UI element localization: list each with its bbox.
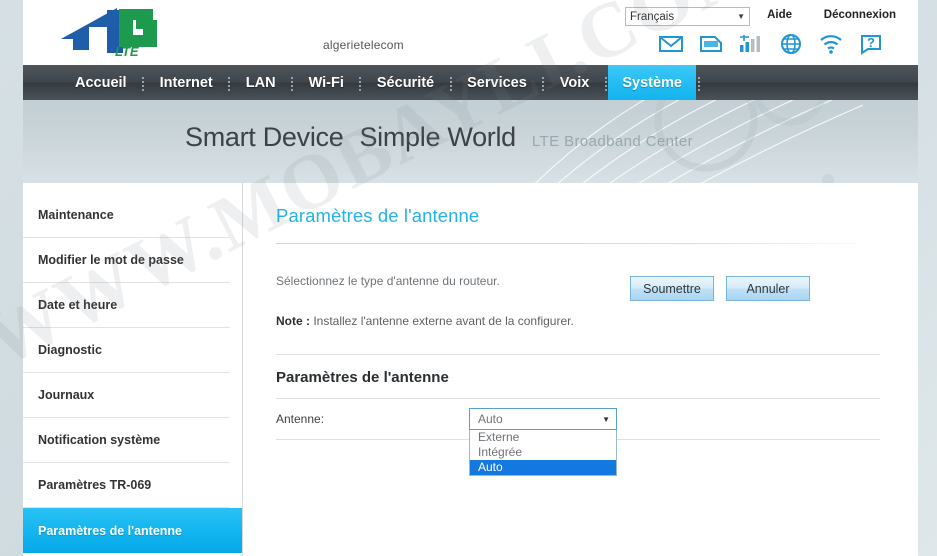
antenna-select-wrap: Auto ▼ Externe Intégrée Auto [469, 408, 617, 476]
usim-card-icon[interactable] [698, 32, 724, 56]
cancel-button[interactable]: Annuler [726, 276, 810, 301]
logout-link[interactable]: Déconnexion [824, 9, 896, 21]
antenna-option-auto[interactable]: Auto [470, 460, 616, 475]
banner-text-group: Smart Device Simple World LTE Broadband … [185, 122, 693, 153]
banner-slogan-1: Smart Device [185, 122, 344, 152]
nav-item-accueil[interactable]: Accueil [61, 65, 141, 100]
antenna-select[interactable]: Auto ▼ [469, 408, 617, 430]
nav-item-systeme[interactable]: Système [608, 65, 696, 100]
wifi-icon[interactable] [818, 32, 844, 56]
antenna-option-integree[interactable]: Intégrée [470, 445, 616, 460]
nav-item-services[interactable]: Services [453, 65, 541, 100]
antenna-selected-value: Auto [478, 412, 503, 426]
nav-item-internet[interactable]: Internet [146, 65, 227, 100]
page-title: Paramètres de l'antenne [276, 205, 480, 226]
title-divider [276, 243, 880, 244]
note-text: Note : Installez l'antenne externe avant… [276, 314, 880, 328]
antenna-option-list: Externe Intégrée Auto [469, 430, 617, 476]
banner-slogan-2: Simple World [359, 122, 516, 152]
sidebar-item-diagnostic[interactable]: Diagnostic [23, 328, 230, 373]
form-buttons: Soumettre Annuler [630, 276, 810, 301]
globe-internet-icon[interactable] [778, 32, 804, 56]
note-body: Installez l'antenne externe avant de la … [310, 314, 574, 328]
page-header: LTE algerietelecom Français ▼ Aide Décon… [23, 0, 918, 65]
note-label: Note : [276, 314, 310, 328]
marketing-banner: Smart Device Simple World LTE Broadband … [23, 100, 918, 183]
svg-text:?: ? [867, 35, 875, 50]
content-area: Maintenance Modifier le mot de passe Dat… [23, 183, 918, 556]
nav-item-lan[interactable]: LAN [232, 65, 290, 100]
main-navigation: Accueil Internet LAN Wi-Fi Sécurité Serv… [23, 65, 918, 100]
status-icon-bar: ? [658, 32, 884, 56]
chevron-down-icon: ▼ [737, 12, 745, 21]
language-select[interactable]: Français ▼ [625, 7, 750, 26]
section-divider-top [276, 354, 880, 355]
chevron-down-icon: ▼ [602, 414, 610, 424]
section-title: Paramètres de l'antenne [276, 369, 449, 386]
router-admin-page: LTE algerietelecom Français ▼ Aide Décon… [23, 0, 918, 556]
nav-divider [696, 74, 701, 91]
sidebar-item-logs[interactable]: Journaux [23, 373, 230, 418]
nav-item-wifi[interactable]: Wi-Fi [295, 65, 358, 100]
sidebar-item-maintenance[interactable]: Maintenance [23, 193, 230, 238]
sidebar-item-system-notification[interactable]: Notification système [23, 418, 230, 463]
sidebar-item-date-time[interactable]: Date et heure [23, 283, 230, 328]
nav-item-securite[interactable]: Sécurité [363, 65, 448, 100]
system-sidebar: Maintenance Modifier le mot de passe Dat… [23, 183, 243, 556]
antenna-label: Antenne: [276, 412, 325, 426]
help-link[interactable]: Aide [767, 9, 792, 21]
sidebar-item-antenna-settings[interactable]: Paramètres de l'antenne [23, 508, 242, 553]
submit-button[interactable]: Soumettre [630, 276, 714, 301]
sidebar-item-change-password[interactable]: Modifier le mot de passe [23, 238, 230, 283]
banner-subtitle: LTE Broadband Center [531, 133, 694, 150]
sidebar-item-tr069[interactable]: Paramètres TR-069 [23, 463, 230, 508]
help-question-icon[interactable]: ? [858, 32, 884, 56]
svg-text:LTE: LTE [115, 44, 139, 59]
language-value: Français [630, 10, 675, 23]
brand-name: algerietelecom [323, 38, 404, 52]
nav-item-voix[interactable]: Voix [546, 65, 604, 100]
antenna-option-externe[interactable]: Externe [470, 430, 616, 445]
main-panel: Paramètres de l'antenne Sélectionnez le … [243, 183, 918, 556]
logo-4g-lte: LTE [61, 8, 157, 59]
signal-bars-icon[interactable] [738, 32, 764, 56]
antenna-form-row: Antenne: Auto ▼ Externe Intégrée Auto [276, 399, 880, 476]
sms-envelope-icon[interactable] [658, 32, 684, 56]
